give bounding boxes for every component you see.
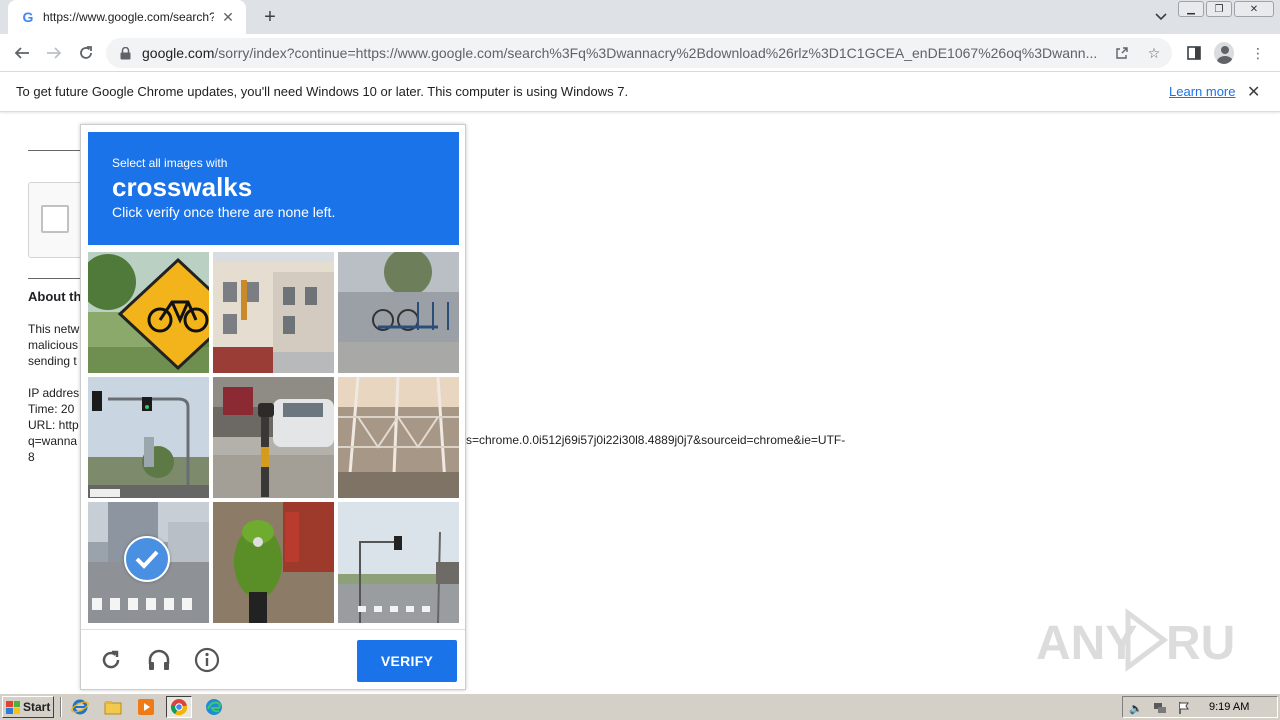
selected-checkmark-icon [124, 536, 170, 582]
url-tail-text: s=chrome.0.0i512j69i57j0i22i30l8.4889j0j… [466, 433, 846, 447]
learn-more-link[interactable]: Learn more [1169, 84, 1235, 99]
recaptcha-checkbox[interactable] [41, 205, 69, 233]
image-tile-traffic-lights[interactable] [88, 377, 209, 498]
tab-title: https://www.google.com/search?q= [43, 10, 214, 24]
restore-button[interactable]: ❐ [1206, 1, 1232, 17]
image-tile-bike-rack[interactable] [338, 252, 459, 373]
image-tile-green-scooter[interactable] [213, 502, 334, 623]
audio-challenge-headphones-icon[interactable] [143, 644, 175, 676]
challenge-header: Select all images with crosswalks Click … [88, 132, 459, 245]
url-text[interactable]: google.com/sorry/index?continue=https://… [142, 45, 1097, 61]
url-line: URL: http [28, 418, 79, 432]
windows-logo-icon [6, 700, 20, 714]
browser-tab[interactable]: G https://www.google.com/search?q= ✕ [8, 0, 246, 34]
edge-icon[interactable] [201, 696, 227, 718]
svg-text:ANY: ANY [1036, 617, 1137, 670]
ip-line: IP addres [28, 386, 80, 400]
about-heading: About th [28, 289, 82, 304]
profile-avatar[interactable] [1214, 42, 1234, 64]
image-tile-crosswalk-intersection[interactable] [338, 502, 459, 623]
windows-taskbar: Start 🔈 9:19 AM [0, 693, 1280, 720]
share-icon[interactable] [1114, 45, 1130, 61]
update-infobar: To get future Google Chrome updates, you… [0, 72, 1280, 112]
url-line-3: 8 [28, 450, 35, 464]
image-tile-power-lines[interactable] [338, 377, 459, 498]
divider [28, 278, 88, 279]
new-tab-button[interactable]: + [258, 6, 282, 28]
menu-kebab-icon[interactable]: ⋮ [1248, 43, 1268, 63]
image-grid [88, 252, 459, 623]
challenge-target: crosswalks [112, 172, 253, 202]
window-close-button[interactable]: ✕ [1234, 1, 1274, 17]
recaptcha-widget [28, 182, 88, 258]
challenge-instruction: Select all images with [112, 156, 228, 170]
media-player-icon[interactable] [133, 696, 159, 718]
file-explorer-folder-icon[interactable] [100, 696, 126, 718]
address-bar[interactable]: google.com/sorry/index?continue=https://… [106, 38, 1172, 68]
challenge-footer: VERIFY [81, 629, 465, 689]
forward-arrow-icon[interactable] [42, 41, 66, 65]
tab-close-icon[interactable]: ✕ [220, 9, 236, 25]
image-tile-parked-cars[interactable] [213, 377, 334, 498]
back-arrow-icon[interactable] [10, 41, 34, 65]
volume-icon[interactable]: 🔈 [1128, 700, 1144, 716]
para-line: sending t [28, 354, 77, 368]
taskbar-separator [60, 697, 62, 717]
infobar-message: To get future Google Chrome updates, you… [16, 84, 629, 99]
tab-strip: G https://www.google.com/search?q= ✕ + ▁… [0, 0, 1280, 34]
infobar-close-icon[interactable]: ✕ [1247, 82, 1260, 102]
network-icon[interactable] [1152, 700, 1168, 716]
info-icon[interactable] [191, 644, 223, 676]
recaptcha-challenge: Select all images with crosswalks Click … [80, 124, 466, 690]
image-tile-building-street[interactable] [213, 252, 334, 373]
image-tile-bicycle-sign[interactable] [88, 252, 209, 373]
minimize-button[interactable]: ▁ [1178, 1, 1204, 17]
lock-icon[interactable] [118, 46, 132, 60]
system-tray: 🔈 9:19 AM [1122, 696, 1278, 718]
reload-challenge-icon[interactable] [95, 644, 127, 676]
google-favicon-icon: G [22, 9, 34, 25]
para-line: This netw [28, 322, 80, 336]
side-panel-icon[interactable] [1184, 43, 1204, 63]
browser-toolbar: google.com/sorry/index?continue=https://… [0, 34, 1280, 72]
window-controls: ▁ ❐ ✕ [1178, 1, 1274, 17]
clock[interactable]: 9:19 AM [1209, 701, 1249, 713]
start-label: Start [23, 700, 51, 714]
bookmark-star-icon[interactable]: ☆ [1146, 45, 1162, 61]
url-line-2: q=wanna [28, 434, 78, 448]
start-button[interactable]: Start [2, 696, 54, 718]
svg-text:RUN: RUN [1166, 617, 1236, 670]
chrome-taskbar-icon[interactable] [166, 696, 192, 718]
internet-explorer-icon[interactable] [67, 696, 93, 718]
para-line: malicious [28, 338, 79, 352]
image-tile-crosswalk-road[interactable] [88, 502, 209, 623]
anyrun-watermark-logo: ANY RUN [1036, 607, 1270, 673]
divider [28, 150, 88, 151]
time-line: Time: 20 [28, 402, 75, 416]
challenge-hint: Click verify once there are none left. [112, 204, 336, 220]
reload-icon[interactable] [74, 41, 98, 65]
action-center-flag-icon[interactable] [1176, 700, 1192, 716]
verify-button[interactable]: VERIFY [357, 640, 457, 682]
tab-search-chevron-icon[interactable] [1152, 8, 1170, 26]
